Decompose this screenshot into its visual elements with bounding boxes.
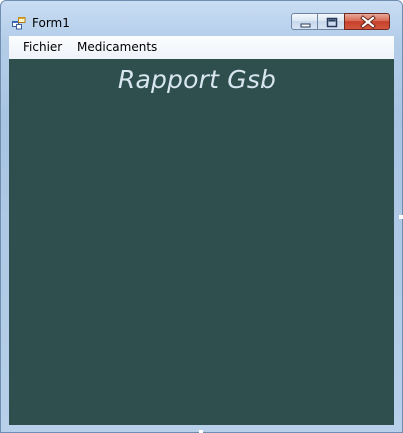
form-client-area: Rapport Gsb xyxy=(9,59,394,425)
menu-item-fichier[interactable]: Fichier xyxy=(23,40,62,55)
app-window: Form1 Fichier Medicaments Rapport Gsb xyxy=(0,0,403,433)
maximize-button[interactable] xyxy=(317,13,345,30)
resize-handle-right[interactable] xyxy=(399,215,403,219)
title-bar[interactable]: Form1 xyxy=(1,1,402,35)
maximize-icon xyxy=(326,17,338,28)
menu-bar: Fichier Medicaments xyxy=(9,36,394,59)
menu-item-medicaments[interactable]: Medicaments xyxy=(77,40,157,55)
report-title: Rapport Gsb xyxy=(117,65,277,94)
minimize-button[interactable] xyxy=(291,13,318,30)
minimize-icon xyxy=(300,23,311,28)
caption-buttons xyxy=(291,13,393,32)
close-button[interactable] xyxy=(344,13,390,30)
close-icon xyxy=(360,15,376,29)
window-title: Form1 xyxy=(32,16,70,30)
windows-form-icon xyxy=(12,15,26,30)
